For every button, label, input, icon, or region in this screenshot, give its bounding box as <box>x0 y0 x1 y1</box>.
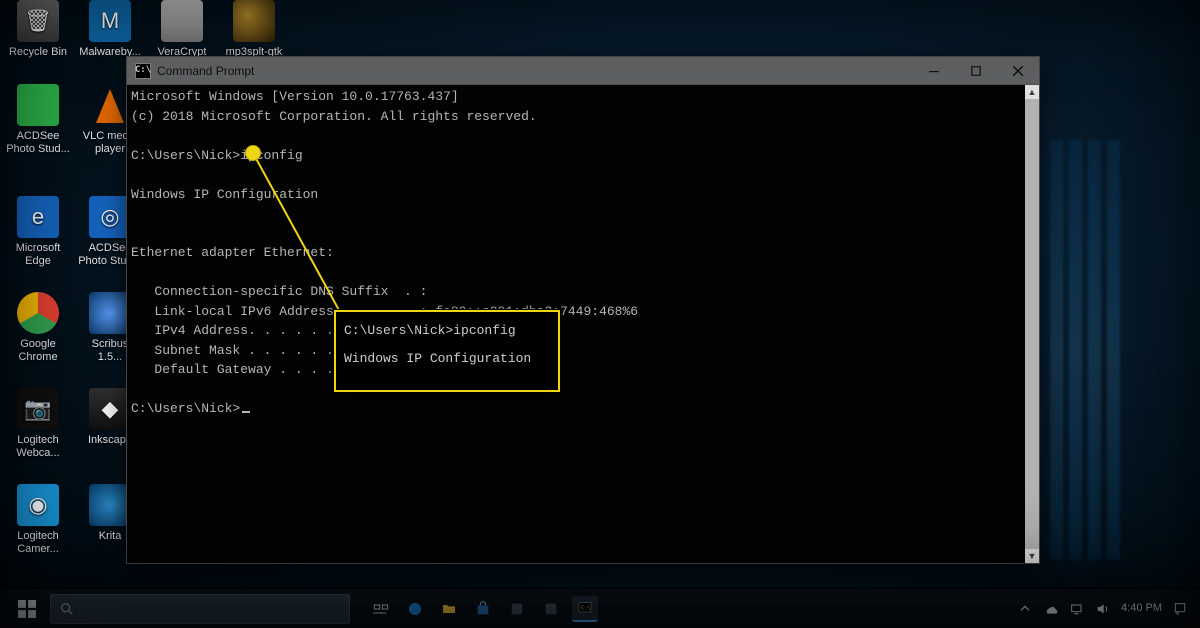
desktop-icon-logitech-webca-[interactable]: 📷 Logitech Webca... <box>6 388 70 459</box>
acd-icon <box>17 84 59 126</box>
app-icon <box>543 601 559 617</box>
taskbar-search[interactable] <box>50 594 350 624</box>
close-icon <box>1012 65 1024 77</box>
ink-icon: ◆ <box>89 388 131 430</box>
system-tray[interactable]: 4:40 PM <box>1017 601 1196 617</box>
edge-icon <box>407 601 423 617</box>
desktop-icon-microsoft-edge[interactable]: e Microsoft Edge <box>6 196 70 267</box>
scroll-up-arrow[interactable]: ▲ <box>1025 85 1039 99</box>
terminal-output[interactable]: Microsoft Windows [Version 10.0.17763.43… <box>127 85 1025 563</box>
svg-text:C:\: C:\ <box>581 605 591 611</box>
callout-line2: Windows IP Configuration <box>344 350 550 368</box>
close-button[interactable] <box>997 57 1039 84</box>
vlc-icon <box>89 84 131 126</box>
desktop-icon-google-chrome[interactable]: Google Chrome <box>6 292 70 363</box>
task-view-button[interactable] <box>368 596 394 622</box>
taskbar-app-cmd[interactable]: C:\ <box>572 596 598 622</box>
taskbar-app-explorer[interactable] <box>436 596 462 622</box>
cam-icon: 📷 <box>17 388 59 430</box>
desktop-icon-label: Microsoft Edge <box>6 242 70 267</box>
clock-time: 4:40 PM <box>1121 602 1162 614</box>
zoom-callout: C:\Users\Nick>ipconfig Windows IP Config… <box>334 310 560 392</box>
taskbar-app-edge[interactable] <box>402 596 428 622</box>
taskbar[interactable]: C:\ 4:40 PM <box>0 588 1200 628</box>
callout-line1: C:\Users\Nick>ipconfig <box>344 322 550 340</box>
edge-icon: e <box>17 196 59 238</box>
network-icon[interactable] <box>1069 601 1085 617</box>
app-icon <box>509 601 525 617</box>
maximize-button[interactable] <box>955 57 997 84</box>
taskbar-clock[interactable]: 4:40 PM <box>1121 602 1162 614</box>
store-icon <box>475 601 491 617</box>
cmd-icon: C:\ <box>577 600 593 616</box>
scroll-track[interactable] <box>1025 99 1039 549</box>
desktop-icon-logitech-camer-[interactable]: ◉ Logitech Camer... <box>6 484 70 555</box>
mp3-icon <box>233 0 275 42</box>
scribus-icon <box>89 292 131 334</box>
task-view-icon <box>373 601 389 617</box>
volume-icon[interactable] <box>1095 601 1111 617</box>
taskbar-app-store[interactable] <box>470 596 496 622</box>
tray-chevron-up-icon[interactable] <box>1017 601 1033 617</box>
bin-icon: 🗑 <box>17 0 59 42</box>
desktop-icon-label: Logitech Webca... <box>6 434 70 459</box>
minimize-button[interactable] <box>913 57 955 84</box>
notifications-icon[interactable] <box>1172 601 1188 617</box>
scroll-down-arrow[interactable]: ▼ <box>1025 549 1039 563</box>
callout-dot <box>246 146 260 160</box>
chrome-icon <box>17 292 59 334</box>
folder-icon <box>441 601 457 617</box>
acd2-icon: ◎ <box>89 196 131 238</box>
titlebar[interactable]: C:\ Command Prompt <box>127 57 1039 85</box>
desktop-icon-label: Recycle Bin <box>6 46 70 59</box>
windows-logo-icon <box>18 600 36 618</box>
minimize-icon <box>928 65 940 77</box>
vera-icon <box>161 0 203 42</box>
maximize-icon <box>970 65 982 77</box>
desktop-icon-mp3splt-gtk[interactable]: mp3splt-gtk <box>222 0 286 59</box>
desktop-icon-label: Google Chrome <box>6 338 70 363</box>
cmd-title-icon: C:\ <box>135 63 151 79</box>
m-icon: M <box>89 0 131 42</box>
vertical-scrollbar[interactable]: ▲ ▼ <box>1025 85 1039 563</box>
desktop-icon-recycle-bin[interactable]: 🗑 Recycle Bin <box>6 0 70 59</box>
command-prompt-window[interactable]: C:\ Command Prompt Microsoft Windows [Ve… <box>126 56 1040 564</box>
desktop-icon-malwareby-[interactable]: MMalwareby... <box>78 0 142 59</box>
desktop-icon-label: ACDSee Photo Stud... <box>6 130 70 155</box>
scroll-thumb[interactable] <box>1025 99 1039 549</box>
search-icon <box>59 601 75 617</box>
logi-icon: ◉ <box>17 484 59 526</box>
taskbar-app-generic1[interactable] <box>504 596 530 622</box>
onedrive-icon[interactable] <box>1043 601 1059 617</box>
desktop-icon-veracrypt[interactable]: VeraCrypt <box>150 0 214 59</box>
start-button[interactable] <box>4 589 50 628</box>
krita-icon <box>89 484 131 526</box>
desktop-icon-label: Logitech Camer... <box>6 530 70 555</box>
window-title: Command Prompt <box>157 64 254 78</box>
desktop-icon-acdsee-photo-stud-[interactable]: ACDSee Photo Stud... <box>6 84 70 155</box>
taskbar-app-generic2[interactable] <box>538 596 564 622</box>
